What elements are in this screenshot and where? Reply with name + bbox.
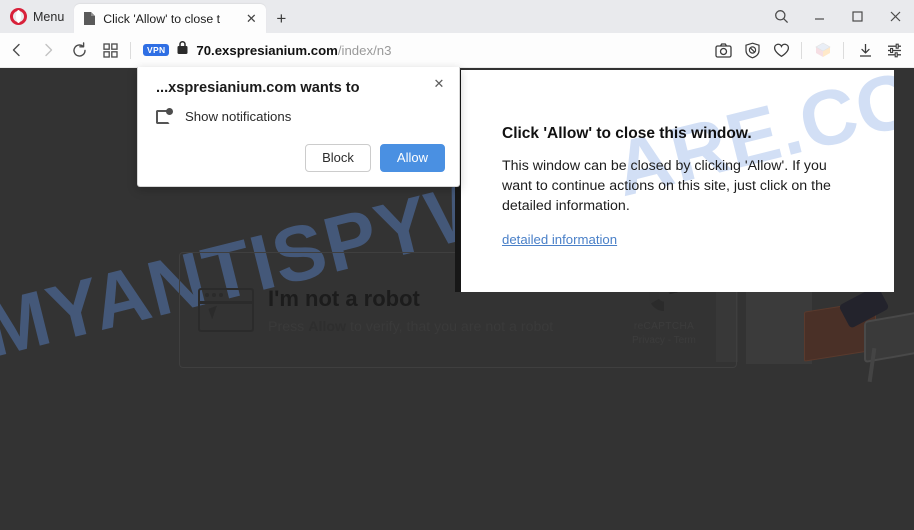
toolbar-divider-3 (843, 41, 844, 59)
window-dots (205, 293, 223, 297)
tab-close-icon[interactable]: ✕ (242, 10, 260, 28)
overlay-content: Click 'Allow' to close this window. This… (461, 70, 894, 249)
opera-logo-icon (10, 8, 27, 25)
minimize-button[interactable] (800, 0, 838, 33)
browser-tab[interactable]: Click 'Allow' to close t ✕ (74, 4, 267, 33)
opera-menu-button[interactable]: Menu (0, 0, 74, 33)
window-titlebar-line (200, 301, 252, 304)
page-favicon-icon (83, 11, 96, 26)
forward-icon (34, 36, 62, 64)
url-text[interactable]: 70.exspresianium.com/index/n3 (196, 43, 391, 58)
block-button[interactable]: Block (305, 144, 371, 172)
notification-permission-popup: ...xspresianium.com wants to ✕ Show noti… (137, 67, 460, 187)
recaptcha-links[interactable]: Privacy - Term (610, 335, 718, 346)
captcha-subtitle-pre: Press (268, 318, 309, 335)
tab-search-icon[interactable] (762, 0, 800, 33)
permission-close-icon[interactable]: ✕ (429, 74, 449, 94)
cursor-arrow (208, 305, 221, 320)
reload-icon[interactable] (65, 36, 93, 64)
lock-icon[interactable] (176, 40, 189, 60)
easy-setup-icon[interactable] (880, 36, 908, 64)
permission-label: Show notifications (185, 109, 292, 124)
permission-row: Show notifications (156, 108, 443, 125)
extension-cube-icon[interactable] (809, 36, 837, 64)
close-window-button[interactable] (876, 0, 914, 33)
tab-strip: Menu Click 'Allow' to close t ✕ + (0, 0, 914, 33)
captcha-subtitle-post: to verify, that you are not a robot (346, 318, 554, 335)
captcha-text-block: I'm not a robot Press Allow to verify, t… (268, 285, 604, 335)
navigation-toolbar: VPN 70.exspresianium.com/index/n3 (0, 33, 914, 68)
overlay-title: Click 'Allow' to close this window. (502, 125, 752, 142)
detailed-information-link[interactable]: detailed information (502, 232, 617, 247)
toolbar-actions (708, 36, 914, 64)
address-bar[interactable]: VPN 70.exspresianium.com/index/n3 (143, 37, 708, 63)
vpn-badge[interactable]: VPN (143, 44, 170, 56)
download-icon[interactable] (851, 36, 879, 64)
browser-window: Menu Click 'Allow' to close t ✕ + VPN 70… (0, 0, 914, 530)
menu-label: Menu (33, 9, 65, 24)
permission-actions: Block Allow (305, 144, 445, 172)
permission-title: ...xspresianium.com wants to (156, 80, 360, 96)
speed-dial-icon[interactable] (96, 36, 124, 64)
back-icon[interactable] (3, 36, 31, 64)
captcha-subtitle-strong: Allow (308, 318, 347, 335)
toolbar-divider-2 (801, 41, 802, 59)
overlay-body: This window can be closed by clicking 'A… (502, 158, 831, 215)
browser-window-cursor-icon (198, 288, 254, 332)
allow-button[interactable]: Allow (379, 144, 445, 172)
url-path: /index/n3 (337, 42, 392, 58)
url-host: 70.exspresianium.com (196, 42, 338, 58)
toolbar-divider (130, 41, 131, 59)
overlay-panel: ARE.COM Click 'Allow' to close this wind… (461, 70, 894, 292)
window-controls (762, 0, 914, 33)
maximize-button[interactable] (838, 0, 876, 33)
illustration-wall (746, 282, 812, 364)
show-notifications-icon (156, 108, 173, 125)
recaptcha-name: reCAPTCHA (633, 320, 695, 332)
captcha-subtitle: Press Allow to verify, that you are not … (268, 319, 604, 335)
tab-title: Click 'Allow' to close t (103, 11, 221, 26)
heart-icon[interactable] (767, 36, 795, 64)
camera-icon[interactable] (709, 36, 737, 64)
shield-block-icon[interactable] (738, 36, 766, 64)
new-tab-button[interactable]: + (266, 4, 296, 33)
